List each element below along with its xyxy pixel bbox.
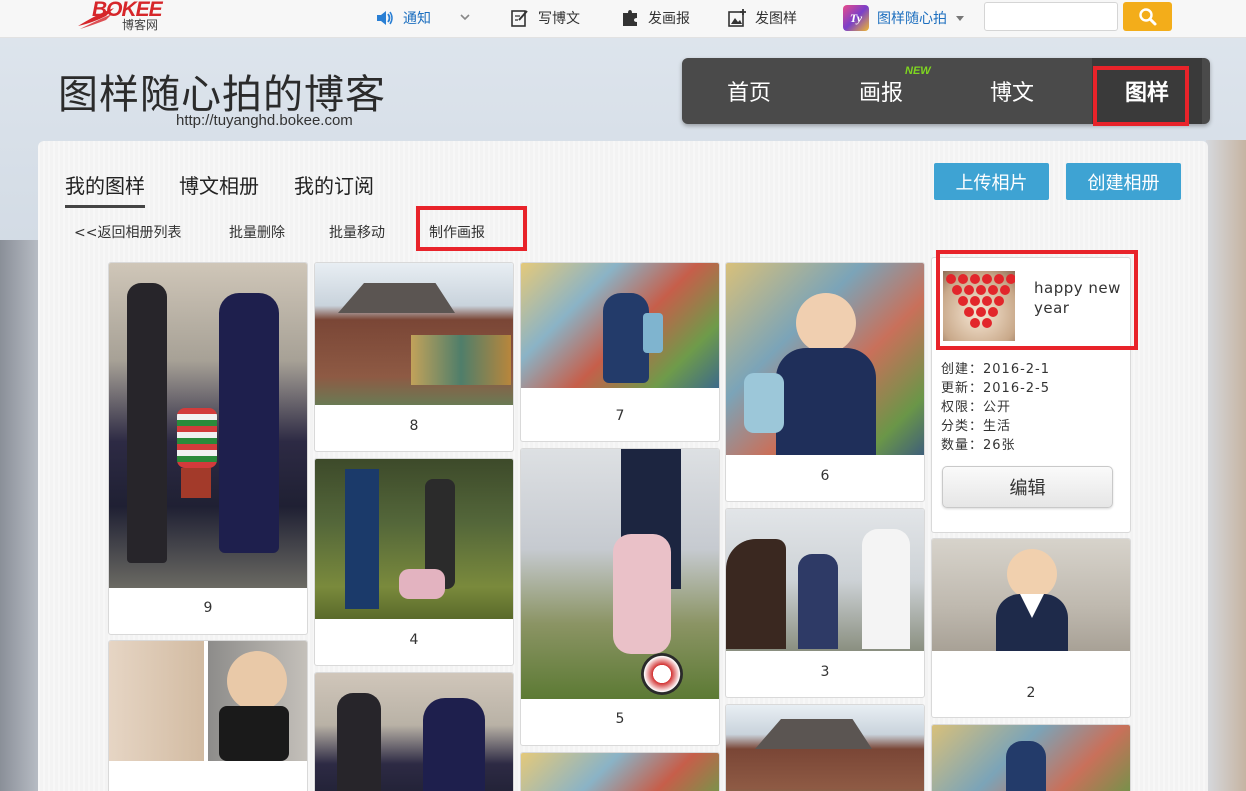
photo-caption: 2 (1026, 685, 1036, 701)
write-blog-link[interactable]: 写博文 (510, 7, 580, 29)
create-album-button[interactable]: 创建相册 (1066, 163, 1181, 200)
photo-image (521, 753, 719, 791)
user-avatar: Ty (843, 5, 869, 31)
background-right (1206, 140, 1246, 791)
notice-menu[interactable]: 通知 (375, 7, 431, 29)
photo-card[interactable]: 6 (725, 262, 925, 502)
photo-image (726, 263, 924, 455)
write-blog-label: 写博文 (538, 11, 580, 27)
photo-image (521, 263, 719, 388)
background-left (0, 240, 40, 791)
photo-card[interactable]: 9 (108, 262, 308, 635)
photo-image (726, 705, 924, 791)
tab-my-subscriptions[interactable]: 我的订阅 (294, 170, 374, 199)
photo-caption: 6 (820, 468, 830, 484)
photo-card[interactable]: 7 (520, 262, 720, 442)
photo-caption: 9 (203, 600, 213, 616)
user-name: 图样随心拍 (877, 11, 947, 27)
photo-image (315, 459, 513, 619)
album-updated-date: 更新：2016-2-5 (941, 381, 1051, 396)
post-pictorial-label: 发画报 (648, 11, 690, 27)
photo-image (109, 641, 307, 761)
photo-card[interactable] (725, 704, 925, 791)
album-photo-count: 数量：26张 (941, 438, 1016, 453)
main-nav: 首页 画报 博文 图样 (682, 58, 1210, 124)
photo-card[interactable] (520, 752, 720, 791)
puzzle-icon (623, 10, 637, 26)
photo-image (315, 673, 513, 791)
post-sample-link[interactable]: 发图样 (727, 7, 797, 29)
photo-card[interactable]: 5 (520, 448, 720, 746)
photo-image (521, 449, 719, 699)
photo-caption: 7 (615, 408, 625, 424)
search-input[interactable] (984, 2, 1118, 31)
edit-icon (511, 10, 528, 27)
photo-image (932, 725, 1130, 791)
post-sample-label: 发图样 (755, 11, 797, 27)
photo-card[interactable]: 4 (314, 458, 514, 666)
logo-subtitle: 博客网 (122, 18, 159, 32)
search-icon (1138, 7, 1156, 25)
photo-card[interactable]: 2 (931, 538, 1131, 718)
tab-my-samples[interactable]: 我的图样 (65, 170, 145, 208)
album-category: 分类：生活 (941, 419, 1012, 434)
nav-blog-posts[interactable]: 博文 (957, 58, 1067, 124)
notice-label: 通知 (403, 11, 431, 27)
tab-blog-albums[interactable]: 博文相册 (179, 170, 259, 199)
nav-samples[interactable]: 图样 (1092, 58, 1202, 124)
photo-caption: 8 (409, 418, 419, 434)
photo-card[interactable] (108, 640, 308, 791)
chevron-down-icon[interactable] (459, 11, 471, 23)
album-permission: 权限：公开 (941, 400, 1012, 415)
new-badge: NEW (905, 65, 931, 77)
caret-down-icon (956, 16, 964, 21)
album-created-date: 创建：2016-2-1 (941, 362, 1051, 377)
user-menu[interactable]: Ty 图样随心拍 (843, 5, 965, 31)
nav-home[interactable]: 首页 (694, 58, 804, 124)
top-bar: BOKEE 博客网 通知 写博文 发画报 发图样 Ty 图样随心拍 (0, 0, 1246, 38)
photo-image (109, 263, 307, 588)
blog-url[interactable]: http://tuyanghd.bokee.com (176, 112, 353, 129)
post-pictorial-link[interactable]: 发画报 (620, 7, 690, 29)
photo-caption: 4 (409, 632, 419, 648)
batch-delete-link[interactable]: 批量删除 (229, 222, 285, 242)
album-cover-thumbnail[interactable] (943, 271, 1016, 341)
photo-image (315, 263, 513, 405)
album-name[interactable]: happy new year (1034, 278, 1129, 318)
edit-album-button[interactable]: 编辑 (942, 466, 1113, 508)
photo-image (932, 539, 1130, 651)
photo-card[interactable] (931, 724, 1131, 791)
photo-caption: 3 (820, 664, 830, 680)
photo-caption: 5 (615, 711, 625, 727)
image-upload-icon (728, 9, 746, 27)
photo-image (726, 509, 924, 651)
photo-card[interactable]: 8 (314, 262, 514, 452)
photo-card[interactable] (314, 672, 514, 791)
back-to-albums-link[interactable]: <<返回相册列表 (74, 222, 181, 242)
lantern-image (946, 274, 1016, 328)
speaker-icon (377, 11, 393, 25)
upload-photo-button[interactable]: 上传相片 (934, 163, 1049, 200)
photo-card[interactable]: 3 (725, 508, 925, 698)
make-pictorial-link[interactable]: 制作画报 (429, 222, 485, 242)
search-button[interactable] (1123, 2, 1172, 31)
batch-move-link[interactable]: 批量移动 (329, 222, 385, 242)
